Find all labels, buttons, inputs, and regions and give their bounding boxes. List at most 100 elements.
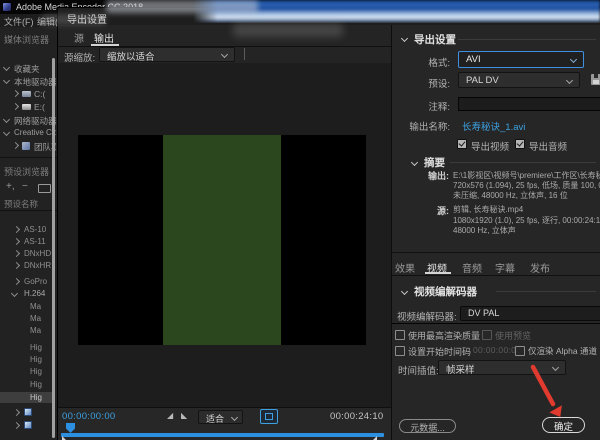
tab-output[interactable]: 输出	[94, 30, 114, 45]
ok-button[interactable]: 确定	[542, 417, 585, 433]
export-settings-header[interactable]: 导出设置	[414, 32, 456, 47]
time-interpolation-label: 时间插值:	[398, 363, 439, 377]
video-codec-header[interactable]: 视频编解码器	[414, 284, 477, 299]
settings-pane: 导出设置 格式: AVI 预设: PAL DV 注释: 输出名称: 长寿秘诀_1…	[391, 25, 600, 440]
preset-row[interactable]: Hig	[0, 379, 52, 390]
tab-effects[interactable]: 效果	[395, 260, 415, 275]
screen: Adobe Media Encoder CC 2018 文件(F) 编辑(E) …	[0, 0, 600, 440]
tree-item-team-projects[interactable]: 团队项	[0, 140, 57, 152]
metadata-button[interactable]: 元数据...	[399, 419, 456, 433]
preset-row[interactable]	[0, 420, 52, 431]
video-codec-value: DV PAL	[468, 308, 499, 318]
preset-row[interactable]: DNxHD	[0, 248, 52, 259]
add-preset-button[interactable]: +,	[6, 181, 15, 192]
preset-label: AS-11	[24, 237, 52, 246]
export-audio-checkbox[interactable]	[515, 139, 525, 149]
ok-button-label: 确定	[554, 422, 573, 433]
comments-input[interactable]	[458, 97, 600, 111]
tree-label: 网络驱动器	[14, 115, 56, 126]
summary-header[interactable]: 摘要	[424, 155, 445, 170]
source-scaling-select[interactable]: 缩放以适合	[99, 47, 235, 62]
crop-button[interactable]	[260, 409, 278, 424]
preset-row[interactable]: DNxHR	[0, 260, 52, 271]
preset-row[interactable]: Hig	[0, 354, 52, 365]
video-codec-select[interactable]: DV PAL	[460, 306, 600, 321]
chevron-right-icon	[12, 142, 19, 149]
preset-row[interactable]: Hig	[0, 342, 52, 353]
source-scaling-label: 源缩放:	[64, 50, 95, 64]
media-browser-title: 媒体浏览器	[4, 33, 54, 46]
preset-row[interactable]: Ma	[0, 301, 52, 312]
section-rule	[496, 291, 596, 292]
chevron-right-icon	[13, 226, 20, 233]
chevron-right-icon	[12, 90, 19, 97]
video-codec-label: 视频编解码器:	[397, 309, 457, 323]
summary-output-audio: 未压缩, 48000 Hz, 立体声, 16 位	[453, 190, 600, 201]
crop-icon	[265, 413, 273, 420]
timeline-range-bar[interactable]	[61, 433, 384, 437]
tree-item-favorites[interactable]: 收藏夹	[0, 62, 57, 74]
tab-audio[interactable]: 音频	[462, 260, 482, 275]
preset-file-icon	[24, 408, 32, 416]
tree-item-creative-cloud[interactable]: Creative Clo	[0, 127, 57, 139]
metadata-button-label: 元数据...	[410, 423, 445, 433]
chevron-down-icon	[566, 77, 573, 84]
chevron-down-icon	[401, 35, 408, 42]
range-out-handle[interactable]	[370, 436, 377, 440]
set-start-timecode-checkbox[interactable]	[395, 346, 405, 356]
preset-label: H.264	[24, 289, 52, 298]
zoom-level-select[interactable]: 适合	[198, 410, 243, 424]
preset-label: DNxHR	[24, 261, 52, 270]
save-preset-icon[interactable]	[591, 74, 600, 85]
use-previews-checkbox[interactable]	[482, 330, 492, 340]
tree-label: 收藏夹	[14, 63, 56, 74]
render-alpha-checkbox[interactable]	[515, 346, 525, 356]
chevron-right-icon	[13, 422, 20, 429]
tree-item-drive-e[interactable]: E:(	[0, 101, 57, 113]
preset-row[interactable]: AS-10	[0, 224, 52, 235]
tree-item-network-drives[interactable]: 网络驱动器	[0, 114, 57, 126]
preset-label: AS-10	[24, 225, 52, 234]
preset-label: Hig	[30, 343, 52, 352]
preset-row[interactable]: Hig	[0, 366, 52, 377]
output-name-link[interactable]: 长寿秘诀_1.avi	[462, 119, 597, 133]
tab-captions[interactable]: 字幕	[495, 260, 515, 275]
section-rule	[458, 39, 596, 40]
preset-value: PAL DV	[466, 75, 499, 86]
preset-select[interactable]: PAL DV	[458, 72, 580, 88]
chevron-down-icon	[11, 290, 18, 297]
preset-row[interactable]: H.264	[0, 288, 52, 299]
remove-preset-button[interactable]: −	[22, 181, 28, 192]
set-out-point-icon[interactable]: ◣	[181, 411, 187, 420]
divider	[392, 275, 600, 276]
chevron-right-icon	[13, 262, 20, 269]
export-video-checkbox[interactable]	[457, 139, 467, 149]
range-in-handle[interactable]	[62, 436, 69, 440]
set-in-point-icon[interactable]: ◢	[167, 411, 173, 420]
scrollbar[interactable]	[52, 58, 55, 438]
tree-item-drive-c[interactable]: C:(	[0, 88, 57, 100]
chevron-down-icon	[3, 129, 10, 136]
format-select[interactable]: AVI	[458, 51, 584, 68]
preset-row[interactable]: Ma	[0, 325, 52, 336]
current-timecode[interactable]: 00:00:00:00	[62, 411, 116, 422]
preset-row[interactable]: GoPro	[0, 276, 52, 287]
summary-output-label: 输出:	[392, 169, 449, 182]
use-previews-label: 使用预览	[495, 329, 531, 342]
preset-row[interactable]: AS-11	[0, 236, 52, 247]
max-render-quality-checkbox[interactable]	[395, 330, 405, 340]
tree-item-local-drives[interactable]: 本地驱动器	[0, 75, 57, 87]
team-project-icon	[22, 142, 30, 150]
preset-row[interactable]	[0, 407, 52, 418]
chevron-down-icon	[231, 414, 238, 421]
tab-publish[interactable]: 发布	[530, 260, 550, 275]
import-preset-icon[interactable]	[38, 184, 51, 193]
chevron-down-icon	[3, 77, 10, 84]
preset-row-selected[interactable]: Hig	[0, 392, 52, 403]
summary-source-label: 源:	[392, 204, 449, 217]
playhead-marker[interactable]	[66, 423, 75, 433]
source-scaling-value: 缩放以适合	[107, 49, 155, 63]
time-interpolation-select[interactable]: 帧采样	[438, 360, 566, 375]
preset-row[interactable]: Ma	[0, 313, 52, 324]
tab-source[interactable]: 源	[74, 30, 84, 45]
